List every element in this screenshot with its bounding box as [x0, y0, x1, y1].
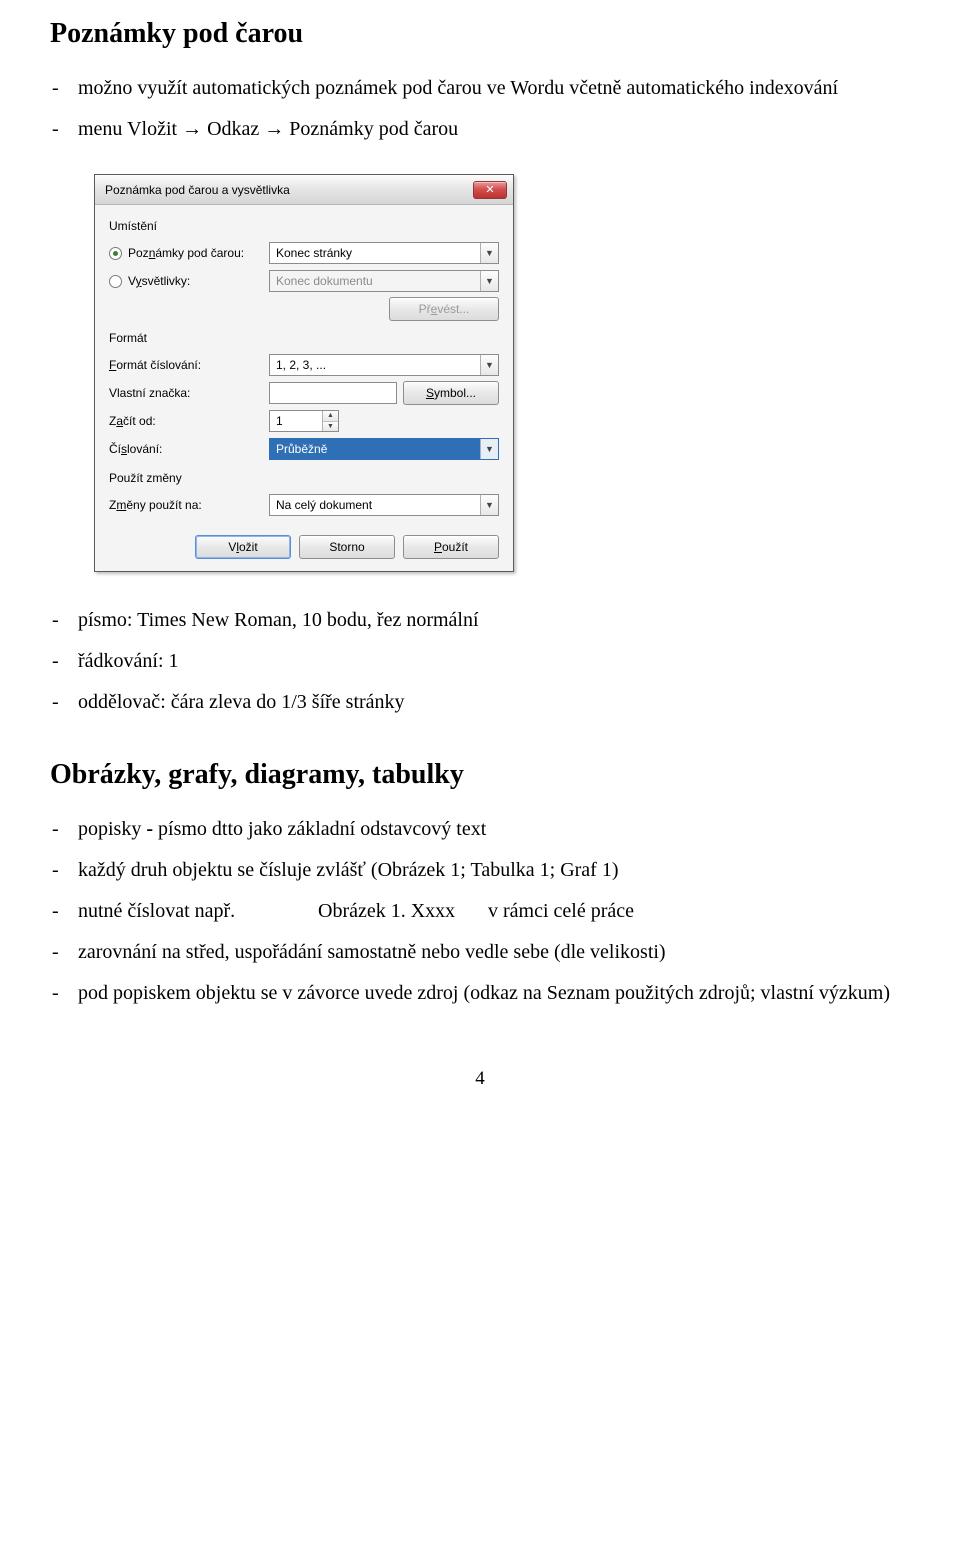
convert-button: Převést...: [389, 297, 499, 321]
list-item: - pod popiskem objektu se v závorce uved…: [52, 973, 910, 1014]
cell-text: v rámci celé práce: [488, 891, 910, 932]
group-label-format: Formát: [109, 331, 499, 345]
footnotes-bullets: - možno využít automatických poznámek po…: [52, 68, 910, 150]
cancel-button[interactable]: Storno: [299, 535, 395, 559]
bullet-dash: -: [52, 891, 78, 932]
bullet-dash: -: [52, 68, 78, 109]
row-applyto: Změny použít na: Na celý dokument ▼: [109, 491, 499, 519]
label-startat: Začít od:: [109, 414, 156, 428]
combo-value: Průběžně: [276, 442, 327, 456]
apply-button[interactable]: Použít: [403, 535, 499, 559]
label-custommark: Vlastní značka:: [109, 386, 190, 400]
label-numfmt: Formát číslování:: [109, 358, 201, 372]
images-bullets: - popisky - písmo dtto jako základní ods…: [52, 809, 910, 1014]
list-item: - řádkování: 1: [52, 641, 910, 682]
radio-footnotes[interactable]: [109, 247, 122, 260]
combo-value: Konec dokumentu: [276, 274, 373, 288]
bullet-text: popisky - písmo dtto jako základní odsta…: [78, 809, 910, 850]
symbol-button[interactable]: Symbol...: [403, 381, 499, 405]
start-at-spinner[interactable]: 1 ▲ ▼: [269, 410, 339, 432]
row-numfmt: Formát číslování: 1, 2, 3, ... ▼: [109, 351, 499, 379]
combo-number-format[interactable]: 1, 2, 3, ... ▼: [269, 354, 499, 376]
chevron-down-icon: ▼: [480, 271, 498, 291]
row-convert: Převést...: [109, 295, 499, 323]
list-item: - oddělovač: čára zleva do 1/3 šíře strá…: [52, 682, 910, 723]
chevron-down-icon: ▼: [480, 243, 498, 263]
bullet-dash: -: [52, 600, 78, 641]
dialog-button-row: Vložit Storno Použít: [109, 535, 499, 559]
bullet-text: každý druh objektu se čísluje zvlášť (Ob…: [78, 850, 910, 891]
close-icon: ✕: [485, 183, 494, 196]
row-startat: Začít od: 1 ▲ ▼: [109, 407, 499, 435]
bullet-text: menu Vložit → Odkaz → Poznámky pod čarou: [78, 109, 910, 150]
list-item: - zarovnání na střed, uspořádání samosta…: [52, 932, 910, 973]
bullet-text: písmo: Times New Roman, 10 bodu, řez nor…: [78, 600, 910, 641]
bullet-dash: -: [52, 973, 78, 1014]
bullet-dash: -: [52, 682, 78, 723]
list-item: - písmo: Times New Roman, 10 bodu, řez n…: [52, 600, 910, 641]
heading-images: Obrázky, grafy, diagramy, tabulky: [50, 759, 910, 791]
close-button[interactable]: ✕: [473, 181, 507, 199]
row-numbering: Číslování: Průběžně ▼: [109, 435, 499, 463]
label-numbering: Číslování:: [109, 442, 162, 456]
list-item: - popisky - písmo dtto jako základní ods…: [52, 809, 910, 850]
dialog-screenshot: Poznámka pod čarou a vysvětlivka ✕ Umíst…: [94, 174, 910, 572]
combo-value: Na celý dokument: [276, 498, 372, 512]
chevron-down-icon[interactable]: ▼: [323, 421, 338, 432]
radio-footnotes-label: Poznámky pod čarou:: [128, 246, 244, 260]
combo-numbering[interactable]: Průběžně ▼: [269, 438, 499, 460]
row-footnotes: Poznámky pod čarou: Konec stránky ▼: [109, 239, 499, 267]
dialog-footnote: Poznámka pod čarou a vysvětlivka ✕ Umíst…: [94, 174, 514, 572]
bullet-text: možno využít automatických poznámek pod …: [78, 68, 910, 109]
insert-button[interactable]: Vložit: [195, 535, 291, 559]
dialog-title: Poznámka pod čarou a vysvětlivka: [105, 183, 290, 197]
bullet-dash: -: [52, 932, 78, 973]
bullet-text: zarovnání na střed, uspořádání samostatn…: [78, 932, 910, 973]
label-applyto: Změny použít na:: [109, 498, 202, 512]
list-item-tabbed: - nutné číslovat např. Obrázek 1. Xxxx v…: [52, 891, 910, 932]
combo-value: 1, 2, 3, ...: [276, 358, 326, 372]
chevron-up-icon[interactable]: ▲: [323, 411, 338, 421]
chevron-down-icon: ▼: [480, 439, 498, 459]
page-number: 4: [50, 1068, 910, 1090]
heading-footnotes: Poznámky pod čarou: [50, 18, 910, 50]
group-label-apply: Použít změny: [109, 471, 499, 485]
combo-footnotes-location[interactable]: Konec stránky ▼: [269, 242, 499, 264]
row-custommark: Vlastní značka: Symbol...: [109, 379, 499, 407]
custom-mark-input[interactable]: [269, 382, 397, 404]
dialog-body: Umístění Poznámky pod čarou: Konec strán…: [95, 205, 513, 571]
chevron-down-icon: ▼: [480, 495, 498, 515]
row-endnotes: Vysvětlivky: Konec dokumentu ▼: [109, 267, 499, 295]
combo-value: Konec stránky: [276, 246, 352, 260]
combo-endnotes-location: Konec dokumentu ▼: [269, 270, 499, 292]
list-item: - každý druh objektu se čísluje zvlášť (…: [52, 850, 910, 891]
font-bullets: - písmo: Times New Roman, 10 bodu, řez n…: [52, 600, 910, 723]
bullet-dash: -: [52, 850, 78, 891]
radio-endnotes-label: Vysvětlivky:: [128, 274, 190, 288]
combo-apply-to[interactable]: Na celý dokument ▼: [269, 494, 499, 516]
bullet-dash: -: [52, 109, 78, 150]
list-item: - možno využít automatických poznámek po…: [52, 68, 910, 109]
cell-text: nutné číslovat např.: [78, 891, 318, 932]
bullet-text: oddělovač: čára zleva do 1/3 šíře stránk…: [78, 682, 910, 723]
cell-text: Obrázek 1. Xxxx: [318, 891, 488, 932]
bullet-text: řádkování: 1: [78, 641, 910, 682]
bullet-text: pod popiskem objektu se v závorce uvede …: [78, 973, 910, 1014]
chevron-down-icon: ▼: [480, 355, 498, 375]
bullet-dash: -: [52, 809, 78, 850]
dialog-titlebar: Poznámka pod čarou a vysvětlivka ✕: [95, 175, 513, 205]
list-item: - menu Vložit → Odkaz → Poznámky pod čar…: [52, 109, 910, 150]
radio-endnotes[interactable]: [109, 275, 122, 288]
bullet-dash: -: [52, 641, 78, 682]
spinner-value: 1: [270, 414, 322, 428]
group-label-location: Umístění: [109, 219, 499, 233]
